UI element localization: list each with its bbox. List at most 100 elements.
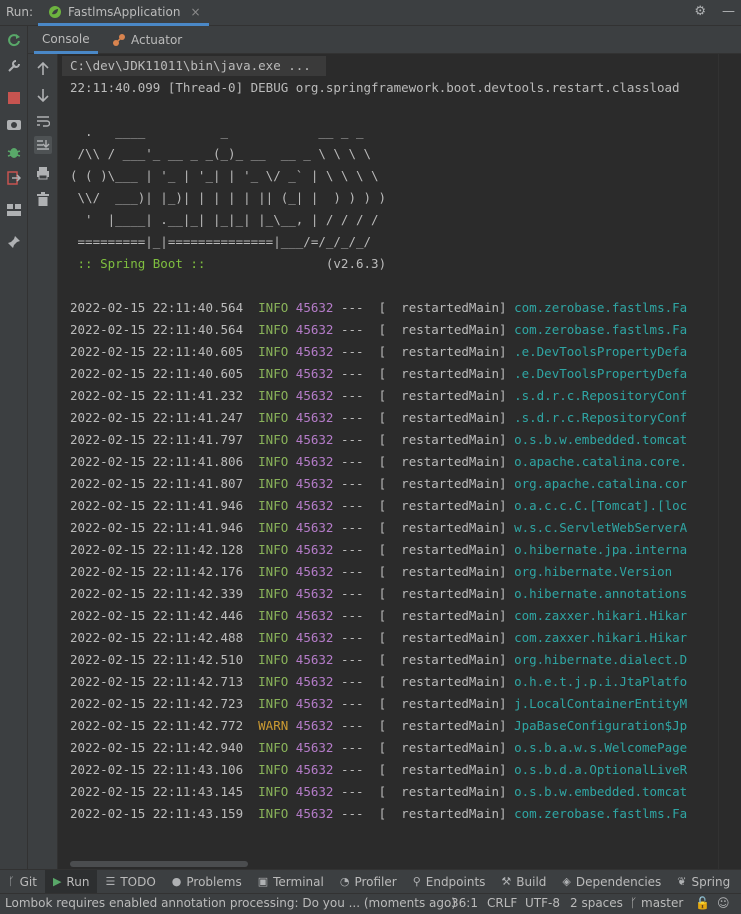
layout-icon[interactable]	[6, 202, 22, 218]
debug-line: 22:11:40.099 [Thread-0] DEBUG org.spring…	[70, 80, 680, 95]
soft-wrap-icon[interactable]	[34, 112, 52, 130]
git-branch-label: master	[641, 896, 684, 910]
tool-window-label: Git	[19, 874, 37, 889]
close-tab-icon[interactable]: ×	[190, 5, 200, 19]
log-thread: --- [ restartedMain]	[340, 344, 507, 359]
log-thread: --- [ restartedMain]	[340, 454, 507, 469]
scroll-up-icon[interactable]	[34, 60, 52, 78]
log-thread: --- [ restartedMain]	[340, 322, 507, 337]
log-logger: w.s.c.ServletWebServerA	[514, 520, 688, 535]
console-output[interactable]: C:\dev\JDK11011\bin\java.exe ... 22:11:4…	[58, 54, 718, 869]
tool-window-label: Spring	[691, 874, 731, 889]
scroll-down-icon[interactable]	[34, 86, 52, 104]
hide-panel-icon[interactable]: —	[722, 4, 735, 19]
indent-setting[interactable]: 2 spaces	[570, 896, 623, 910]
log-level: INFO	[258, 564, 289, 579]
log-logger: o.h.e.t.j.p.i.JtaPlatfo	[514, 674, 688, 689]
log-line: 2022-02-15 22:11:40.605 INFO 45632 --- […	[70, 341, 687, 363]
log-line: 2022-02-15 22:11:42.723 INFO 45632 --- […	[70, 693, 687, 715]
log-timestamp: 2022-02-15 22:11:42.723	[70, 696, 244, 711]
log-level: INFO	[258, 762, 289, 777]
tool-window-profiler[interactable]: ◔ Profiler	[332, 870, 405, 894]
wrench-icon[interactable]	[6, 58, 22, 74]
console-tab-bar: Console Actuator	[28, 26, 741, 54]
log-logger: o.a.c.c.C.[Tomcat].[loc	[514, 498, 688, 513]
log-thread: --- [ restartedMain]	[340, 586, 507, 601]
print-icon[interactable]	[34, 164, 52, 182]
horizontal-scrollbar[interactable]	[70, 861, 248, 867]
log-timestamp: 2022-02-15 22:11:42.128	[70, 542, 244, 557]
lock-icon[interactable]: 🔓	[695, 896, 710, 910]
log-timestamp: 2022-02-15 22:11:41.247	[70, 410, 244, 425]
tool-window-build[interactable]: ⚒ Build	[493, 870, 554, 894]
tab-actuator[interactable]: Actuator	[106, 26, 188, 54]
run-config-tab[interactable]: FastlmsApplication ×	[38, 0, 209, 26]
git-branch[interactable]: ᚴ master	[630, 896, 683, 910]
log-thread: --- [ restartedMain]	[340, 608, 507, 623]
log-logger: com.zerobase.fastlms.Fa	[514, 300, 688, 315]
log-level: INFO	[258, 388, 289, 403]
file-encoding[interactable]: UTF-8	[525, 896, 560, 910]
log-pid: 45632	[295, 784, 334, 799]
line-separator[interactable]: CRLF	[487, 896, 517, 910]
log-logger: .e.DevToolsPropertyDefa	[514, 344, 688, 359]
tool-window-endpoints[interactable]: ⚲ Endpoints	[405, 870, 494, 894]
tab-console[interactable]: Console	[34, 26, 98, 54]
tool-window-label: Problems	[186, 874, 242, 889]
pin-icon[interactable]	[6, 234, 22, 250]
log-pid: 45632	[295, 674, 334, 689]
camera-dump-icon[interactable]	[6, 116, 22, 132]
tool-window-terminal[interactable]: ▣ Terminal	[250, 870, 332, 894]
tool-window-todo[interactable]: ☰ TODO	[97, 870, 163, 894]
git-branch-icon: ᚴ	[630, 896, 642, 910]
log-logger: org.apache.catalina.cor	[514, 476, 688, 491]
log-line: 2022-02-15 22:11:41.247 INFO 45632 --- […	[70, 407, 687, 429]
status-message[interactable]: Lombok requires enabled annotation proce…	[5, 896, 456, 910]
log-thread: --- [ restartedMain]	[340, 762, 507, 777]
log-timestamp: 2022-02-15 22:11:43.159	[70, 806, 244, 821]
log-line: 2022-02-15 22:11:41.806 INFO 45632 --- […	[70, 451, 687, 473]
rerun-icon[interactable]	[6, 32, 22, 48]
log-timestamp: 2022-02-15 22:11:40.564	[70, 300, 244, 315]
tool-window-label: Endpoints	[425, 874, 486, 889]
stop-icon[interactable]	[6, 90, 22, 106]
log-thread: --- [ restartedMain]	[340, 652, 507, 667]
log-pid: 45632	[295, 300, 334, 315]
log-level: INFO	[258, 806, 289, 821]
log-thread: --- [ restartedMain]	[340, 718, 507, 733]
tool-window-label: Terminal	[273, 874, 324, 889]
tool-window-problems[interactable]: ● Problems	[164, 870, 250, 894]
scroll-to-end-icon[interactable]	[34, 136, 52, 154]
log-logger: .e.DevToolsPropertyDefa	[514, 366, 688, 381]
clear-trash-icon[interactable]	[34, 190, 52, 208]
caret-position[interactable]: 36:1	[451, 896, 478, 910]
tool-window-spring[interactable]: ❦ Spring	[669, 870, 738, 894]
inspection-icon[interactable]: ☺	[717, 896, 730, 910]
log-timestamp: 2022-02-15 22:11:42.488	[70, 630, 244, 645]
log-pid: 45632	[295, 344, 334, 359]
log-line: 2022-02-15 22:11:41.946 INFO 45632 --- […	[70, 495, 687, 517]
console-actions	[28, 54, 58, 869]
log-line: 2022-02-15 22:11:42.176 INFO 45632 --- […	[70, 561, 672, 583]
log-thread: --- [ restartedMain]	[340, 498, 507, 513]
debug-bug-icon[interactable]	[6, 144, 22, 160]
log-pid: 45632	[295, 454, 334, 469]
log-logger: org.hibernate.Version	[514, 564, 673, 579]
tool-window-git[interactable]: ᚴ Git	[0, 870, 45, 894]
log-level: INFO	[258, 520, 289, 535]
log-thread: --- [ restartedMain]	[340, 740, 507, 755]
log-timestamp: 2022-02-15 22:11:42.940	[70, 740, 244, 755]
log-timestamp: 2022-02-15 22:11:43.145	[70, 784, 244, 799]
log-logger: o.s.b.a.w.s.WelcomePage	[514, 740, 688, 755]
settings-gear-icon[interactable]: ⚙	[694, 4, 706, 19]
command-line[interactable]: C:\dev\JDK11011\bin\java.exe ...	[70, 55, 311, 77]
right-gutter	[718, 54, 741, 869]
log-timestamp: 2022-02-15 22:11:42.772	[70, 718, 244, 733]
log-timestamp: 2022-02-15 22:11:42.176	[70, 564, 244, 579]
tool-window-run[interactable]: ▶ Run	[44, 869, 98, 894]
tool-window-dependencies[interactable]: ◈ Dependencies	[554, 870, 669, 894]
exit-icon[interactable]	[6, 170, 22, 186]
log-line: 2022-02-15 22:11:42.488 INFO 45632 --- […	[70, 627, 687, 649]
log-pid: 45632	[295, 762, 334, 777]
log-line: 2022-02-15 22:11:43.159 INFO 45632 --- […	[70, 803, 687, 825]
